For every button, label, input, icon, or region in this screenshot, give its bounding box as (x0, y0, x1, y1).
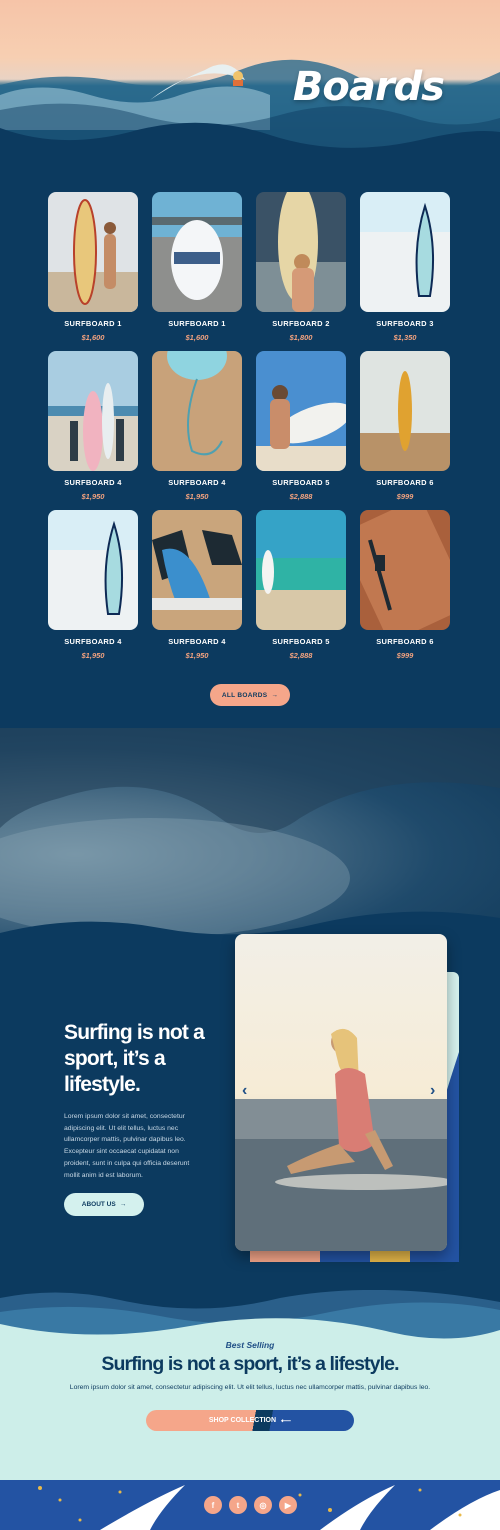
product-price: $1,800 (289, 333, 313, 342)
product-name[interactable]: SURFBOARD 4 (48, 637, 138, 646)
product-card[interactable]: SURFBOARD 4 $1,950 (152, 510, 242, 669)
product-price: $1,600 (81, 333, 105, 342)
product-image[interactable] (152, 510, 242, 630)
product-price: $999 (396, 651, 414, 660)
arrow-left-icon: ⟵ (281, 1417, 292, 1425)
product-image[interactable] (152, 351, 242, 471)
product-name[interactable]: SURFBOARD 3 (360, 319, 450, 328)
all-boards-button[interactable]: ALL BOARDS → (210, 684, 290, 706)
product-image[interactable] (360, 510, 450, 630)
facebook-icon[interactable]: f (204, 1496, 222, 1514)
product-price: $1,950 (185, 651, 209, 660)
product-card[interactable]: SURFBOARD 1 $1,600 (152, 192, 242, 351)
about-us-label: ABOUT US (81, 1201, 116, 1208)
best-selling-paragraph: Lorem ipsum dolor sit amet, consectetur … (69, 1384, 431, 1391)
arrow-right-icon: → (271, 691, 279, 699)
lifestyle-paragraph: Lorem ipsum dolor sit amet, consectetur … (64, 1113, 190, 1179)
product-name[interactable]: SURFBOARD 4 (48, 478, 138, 487)
product-card[interactable]: SURFBOARD 6 $999 (360, 351, 450, 510)
best-selling-kicker: Best Selling (225, 1340, 275, 1350)
lifestyle-heading: Surfing is not a sport, it’s a lifestyle… (64, 1021, 205, 1096)
shop-collection-label: SHOP COLLECTION (208, 1417, 277, 1424)
product-price: $1,950 (81, 651, 105, 660)
product-image[interactable] (256, 510, 346, 630)
product-name[interactable]: SURFBOARD 6 (360, 478, 450, 487)
product-image[interactable] (48, 351, 138, 471)
product-name[interactable]: SURFBOARD 1 (152, 319, 242, 328)
product-card[interactable]: SURFBOARD 5 $2,888 (256, 510, 346, 669)
product-card[interactable]: SURFBOARD 4 $1,950 (152, 351, 242, 510)
shop-collection-button[interactable]: SHOP COLLECTION ⟵ (146, 1410, 354, 1431)
product-price: $2,888 (289, 651, 313, 660)
product-name[interactable]: SURFBOARD 2 (256, 319, 346, 328)
storm-wave-art (0, 728, 500, 958)
product-card[interactable]: SURFBOARD 1 $1,600 (48, 192, 138, 351)
lifestyle-image-slider[interactable] (235, 934, 447, 1251)
product-price: $2,888 (289, 492, 313, 501)
page: Boards SURFBOARD 1 $1,600 SURFBOARD 1 $1… (0, 0, 500, 1530)
product-price: $1,600 (185, 333, 209, 342)
product-image[interactable] (48, 192, 138, 312)
product-image[interactable] (360, 351, 450, 471)
product-price: $1,350 (393, 333, 417, 342)
product-card[interactable]: SURFBOARD 4 $1,950 (48, 510, 138, 669)
product-name[interactable]: SURFBOARD 4 (152, 478, 242, 487)
product-price: $1,950 (81, 492, 105, 501)
product-card[interactable]: SURFBOARD 4 $1,950 (48, 351, 138, 510)
youtube-icon[interactable]: ▶ (279, 1496, 297, 1514)
product-card[interactable]: SURFBOARD 2 $1,800 (256, 192, 346, 351)
product-card[interactable]: SURFBOARD 6 $999 (360, 510, 450, 669)
twitter-icon[interactable]: t (229, 1496, 247, 1514)
all-boards-label: ALL BOARDS (221, 691, 268, 699)
surfer-girl-image (235, 934, 447, 1251)
storm-wave-banner (0, 728, 500, 958)
about-us-button[interactable]: ABOUT US → (64, 1193, 144, 1216)
best-selling-heading: Surfing is not a sport, it’s a lifestyle… (101, 1353, 399, 1375)
product-card[interactable]: SURFBOARD 5 $2,888 (256, 351, 346, 510)
product-card[interactable]: SURFBOARD 3 $1,350 (360, 192, 450, 351)
product-name[interactable]: SURFBOARD 4 (152, 637, 242, 646)
product-name[interactable]: SURFBOARD 6 (360, 637, 450, 646)
product-name[interactable]: SURFBOARD 5 (256, 478, 346, 487)
instagram-icon[interactable]: ◎ (254, 1496, 272, 1514)
hero-title: Boards (292, 64, 445, 110)
arrow-right-icon: → (119, 1201, 127, 1208)
product-image[interactable] (256, 351, 346, 471)
product-name[interactable]: SURFBOARD 5 (256, 637, 346, 646)
slider-next-icon[interactable]: › (430, 1082, 435, 1100)
product-name[interactable]: SURFBOARD 1 (48, 319, 138, 328)
product-image[interactable] (360, 192, 450, 312)
slider-prev-icon[interactable]: ‹ (242, 1082, 247, 1100)
product-grid: SURFBOARD 1 $1,600 SURFBOARD 1 $1,600 SU… (48, 192, 452, 669)
product-image[interactable] (152, 192, 242, 312)
product-image[interactable] (48, 510, 138, 630)
product-price: $999 (396, 492, 414, 501)
product-price: $1,950 (185, 492, 209, 501)
product-image[interactable] (256, 192, 346, 312)
social-links: f t ◎ ▶ (204, 1496, 297, 1514)
hero-banner: Boards (0, 0, 500, 165)
